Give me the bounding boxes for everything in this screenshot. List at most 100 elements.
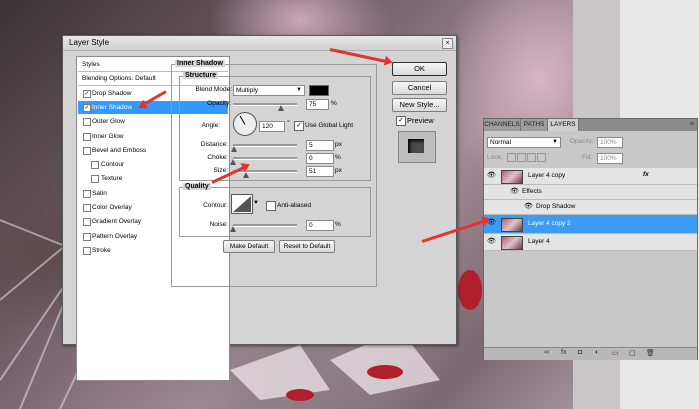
layers-panel: CHANNELS PATHS LAYERS ≡ Normal ▼ Opacity: … [483,118,698,360]
chevron-down-icon: ▼ [552,139,558,145]
blend-mode-select[interactable]: Multiply ▼ [233,85,305,96]
style-checkbox[interactable] [83,246,91,255]
style-list-item-label: Contour [101,161,125,169]
ok-button[interactable]: OK [392,62,447,76]
drop-shadow-eye-icon[interactable]: 👁 [524,202,533,210]
layer-name: Layer 4 copy 2 [528,220,571,227]
style-checkbox[interactable]: ✓ [83,103,91,112]
angle-dial[interactable] [233,112,257,136]
layers-empty-area [484,251,697,346]
group-icon[interactable]: ▭ [612,349,619,357]
size-input[interactable]: 51 [306,166,334,177]
angle-unit: ° [287,120,290,127]
layer-thumbnail [501,170,523,184]
effects-row[interactable]: 👁 Effects [484,185,697,200]
tab-paths[interactable]: PATHS [521,119,548,131]
blend-color-swatch[interactable] [309,85,329,96]
anti-aliased-checkbox[interactable] [266,201,276,211]
make-default-button[interactable]: Make Default [223,240,275,253]
layer-name: Layer 4 copy [528,172,566,179]
opacity-slider[interactable] [233,103,297,106]
lock-all-icon[interactable] [537,153,546,162]
distance-input[interactable]: 5 [306,140,334,151]
style-checkbox[interactable]: ✓ [83,89,91,98]
style-list-item-label: Styles [82,61,100,68]
effects-eye-icon[interactable]: 👁 [510,187,519,195]
distance-label: Distance: [200,141,228,148]
quality-title: Quality [183,183,211,190]
tab-layers[interactable]: LAYERS [548,119,579,131]
layer-row[interactable]: 👁 Layer 4 copy fx [484,168,697,185]
preview-swatch-inner [408,139,424,153]
lock-pixels-icon[interactable] [517,153,526,162]
size-label: Size: [213,167,228,174]
distance-slider[interactable] [233,144,297,147]
style-checkbox[interactable] [83,218,91,227]
drop-shadow-effect-row[interactable]: 👁 Drop Shadow [484,200,697,215]
blend-mode-value: Multiply [236,87,259,94]
style-checkbox[interactable] [83,189,91,198]
angle-input[interactable]: 120 [259,121,285,132]
distance-slider-thumb[interactable] [231,146,238,152]
style-checkbox[interactable] [91,175,99,184]
dialog-titlebar[interactable]: Layer Style × [63,36,456,51]
style-checkbox[interactable] [83,132,91,141]
use-global-light-checkbox[interactable]: ✓ [294,121,304,131]
choke-slider[interactable] [233,157,297,160]
style-list-item-label: Pattern Overlay [92,232,138,240]
style-list-item-label: Texture [101,175,123,183]
style-checkbox[interactable] [83,118,91,127]
cancel-button[interactable]: Cancel [392,81,447,95]
adjustment-icon[interactable]: ◐ [595,349,599,356]
noise-slider[interactable] [233,224,297,227]
layers-footer: ∞ fx ◘ ◐ ▭ ▢ 🗑 [484,347,697,360]
visibility-eye-icon[interactable]: 👁 [487,238,497,245]
noise-input[interactable]: 0 [306,220,334,231]
opacity-input[interactable]: 75 [306,99,329,110]
choke-input[interactable]: 0 [306,153,334,164]
size-unit: px [335,167,342,174]
trash-icon[interactable]: 🗑 [646,349,655,357]
panel-menu-icon[interactable]: ≡ [690,121,694,128]
style-list-item-label: Stroke [92,246,111,254]
fx-icon[interactable]: fx [643,171,649,178]
style-checkbox[interactable] [91,161,99,170]
style-checkbox[interactable] [83,204,91,212]
close-icon[interactable]: × [442,38,453,49]
contour-picker[interactable] [231,194,253,214]
layer-name: Layer 4 [528,238,550,245]
new-style-button[interactable]: New Style... [392,98,447,112]
quality-group [179,187,371,237]
style-list-item-label: Drop Shadow [92,89,132,97]
choke-slider-thumb[interactable] [230,159,236,165]
visibility-eye-icon[interactable]: 👁 [487,172,497,179]
noise-slider-thumb[interactable] [230,226,236,232]
preview-swatch [398,131,436,163]
opacity-slider-thumb[interactable] [278,105,284,111]
layer-row[interactable]: 👁 Layer 4 [484,234,697,251]
style-list-item-label: Satin [92,189,107,197]
contour-dropdown-icon[interactable]: ▼ [253,200,259,206]
lock-position-icon[interactable] [527,153,536,162]
use-global-light-label: Use Global Light [305,122,354,129]
layer-thumbnail [501,218,523,232]
style-checkbox[interactable] [83,146,91,155]
size-slider-thumb[interactable] [242,172,249,178]
distance-unit: px [335,141,342,148]
lock-transparency-icon[interactable] [507,153,516,162]
preview-checkbox[interactable]: ✓ [396,116,406,126]
layer-opacity-input[interactable]: 100% [597,137,623,148]
style-checkbox[interactable] [83,232,91,241]
mask-icon[interactable]: ◘ [578,349,582,356]
style-list-item-label: Bevel and Emboss [92,146,147,154]
style-list-item-label: Inner Glow [92,132,124,140]
new-layer-icon[interactable]: ▢ [629,349,636,357]
contour-curve-icon [233,196,251,212]
tab-channels[interactable]: CHANNELS [484,119,521,131]
reset-to-default-button[interactable]: Reset to Default [279,240,335,253]
layer-blend-mode-select[interactable]: Normal ▼ [487,137,561,148]
fill-input[interactable]: 100% [597,153,623,164]
layer-row-selected[interactable]: 👁 Layer 4 copy 2 [484,215,697,234]
fx-icon[interactable]: fx [561,349,566,356]
link-icon[interactable]: ∞ [544,349,549,356]
